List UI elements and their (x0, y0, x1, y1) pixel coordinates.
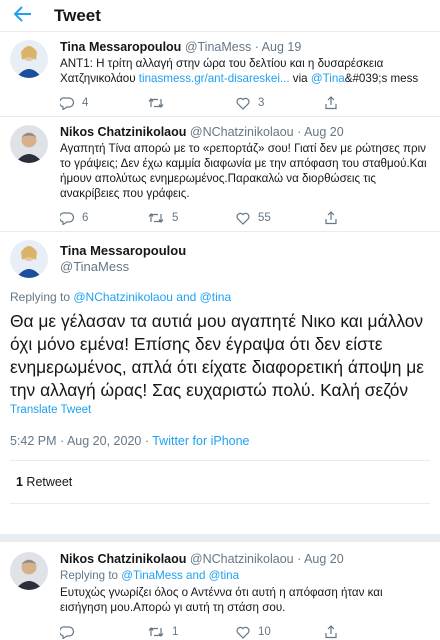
tweet-time[interactable]: 5:42 PM · Aug 20, 2020 · (10, 434, 152, 448)
tweet-actions: 4 3 (60, 90, 430, 116)
retweet-stats[interactable]: 1 Retweet (10, 461, 430, 504)
author-name[interactable]: Nikos Chatzinikolaou (60, 125, 186, 139)
reply-button[interactable]: 4 (60, 96, 148, 110)
avatar[interactable] (10, 40, 48, 78)
avatar[interactable] (10, 125, 48, 163)
replying-mentions[interactable]: @NChatzinikolaou and @tina (73, 290, 231, 304)
replying-to: Replying to @TinaMess and @tina (60, 568, 430, 583)
thread-tweet[interactable]: Nikos Chatzinikolaou @NChatzinikolaou · … (0, 117, 440, 232)
author-name[interactable]: Nikos Chatzinikolaou (60, 552, 186, 566)
avatar[interactable] (10, 552, 48, 590)
retweet-button[interactable] (148, 97, 236, 109)
author-name[interactable]: Tina Messaropoulou (60, 40, 181, 54)
reply-count: 4 (82, 97, 89, 109)
mention-link[interactable]: @Tina (311, 72, 345, 85)
reply-button[interactable]: 6 (60, 211, 148, 225)
share-button[interactable] (324, 625, 412, 639)
tweet-text: Ευτυχώς γνωρίζει όλος ο Αντέννα ότι αυτή… (60, 586, 383, 614)
tweet-text-via: via (289, 72, 311, 85)
share-icon (325, 96, 337, 110)
header: Tweet (0, 0, 440, 32)
tweet-date[interactable]: Aug 20 (304, 125, 344, 139)
tweet-text: Αγαπητή Τίνα απορώ με το «ρεπορτάζ» σου!… (60, 142, 427, 200)
tweet-actions: 1 10 (60, 619, 430, 640)
tweet-link[interactable]: tinasmess.gr/ant-disareskei... (139, 72, 290, 85)
share-button[interactable] (324, 211, 412, 225)
tweet-text: Θα με γέλασαν τα αυτιά μου αγαπητέ Νικο … (10, 311, 424, 400)
author-name[interactable]: Tina Messaropoulou (60, 243, 186, 259)
author-handle: @NChatzinikolaou (189, 552, 294, 566)
tweet-text: ΑΝΤ1: Η τρίτη αλλαγή στην ώρα του δελτίο… (60, 56, 430, 86)
page-title: Tweet (54, 5, 101, 25)
tweet-date[interactable]: Aug 20 (304, 552, 344, 566)
retweet-label: Retweet (22, 475, 73, 489)
retweet-icon (148, 98, 164, 108)
reply-icon (60, 211, 74, 225)
reply-icon (60, 96, 74, 110)
tweet-source[interactable]: Twitter for iPhone (152, 434, 249, 448)
retweet-icon (148, 213, 164, 223)
share-icon (325, 625, 337, 639)
focused-tweet: Tina Messaropoulou @TinaMess Replying to… (0, 232, 440, 504)
translate-link[interactable]: Translate Tweet (10, 404, 430, 416)
like-button[interactable]: 55 (236, 212, 324, 225)
reply-icon (60, 625, 74, 639)
like-count: 10 (258, 626, 271, 638)
retweet-count: 5 (172, 212, 179, 224)
reply-button[interactable] (60, 625, 148, 639)
retweet-button[interactable]: 5 (148, 212, 236, 224)
like-count: 55 (258, 212, 271, 224)
tweet-date[interactable]: Aug 19 (262, 40, 302, 54)
back-arrow-icon[interactable] (13, 5, 54, 26)
tweet-actions: 6 5 55 (60, 205, 430, 231)
focused-tweet-actions (0, 504, 440, 542)
separator: · (297, 552, 302, 566)
like-count: 3 (258, 97, 265, 109)
like-button[interactable]: 10 (236, 626, 324, 639)
share-button[interactable] (324, 96, 412, 110)
reply-tweet[interactable]: Nikos Chatzinikolaou @NChatzinikolaou · … (0, 542, 440, 640)
like-icon (236, 626, 250, 639)
author-handle: @NChatzinikolaou (189, 125, 294, 139)
tweet-timestamp: 5:42 PM · Aug 20, 2020 · Twitter for iPh… (10, 434, 430, 461)
separator: · (254, 40, 259, 54)
separator: · (297, 125, 302, 139)
tweet-text-tail: &#039;s mess (344, 72, 419, 85)
like-button[interactable]: 3 (236, 97, 324, 110)
retweet-count: 1 (172, 626, 179, 638)
reply-count: 6 (82, 212, 89, 224)
avatar[interactable] (10, 240, 48, 278)
thread-tweet[interactable]: Tina Messaropoulou @TinaMess · Aug 19 ΑΝ… (0, 32, 440, 117)
retweet-total: 1 (16, 475, 23, 489)
replying-label: Replying to (10, 290, 74, 304)
like-icon (236, 212, 250, 225)
replying-mentions[interactable]: @TinaMess and @tina (121, 569, 239, 582)
author-handle: @TinaMess (60, 259, 130, 274)
replying-to: Replying to @NChatzinikolaou and @tina (10, 290, 430, 304)
author-handle: @TinaMess (184, 40, 252, 54)
replying-label: Replying to (60, 569, 122, 582)
like-icon (236, 97, 250, 110)
retweet-button[interactable]: 1 (148, 626, 236, 638)
retweet-icon (148, 627, 164, 637)
share-icon (325, 211, 337, 225)
